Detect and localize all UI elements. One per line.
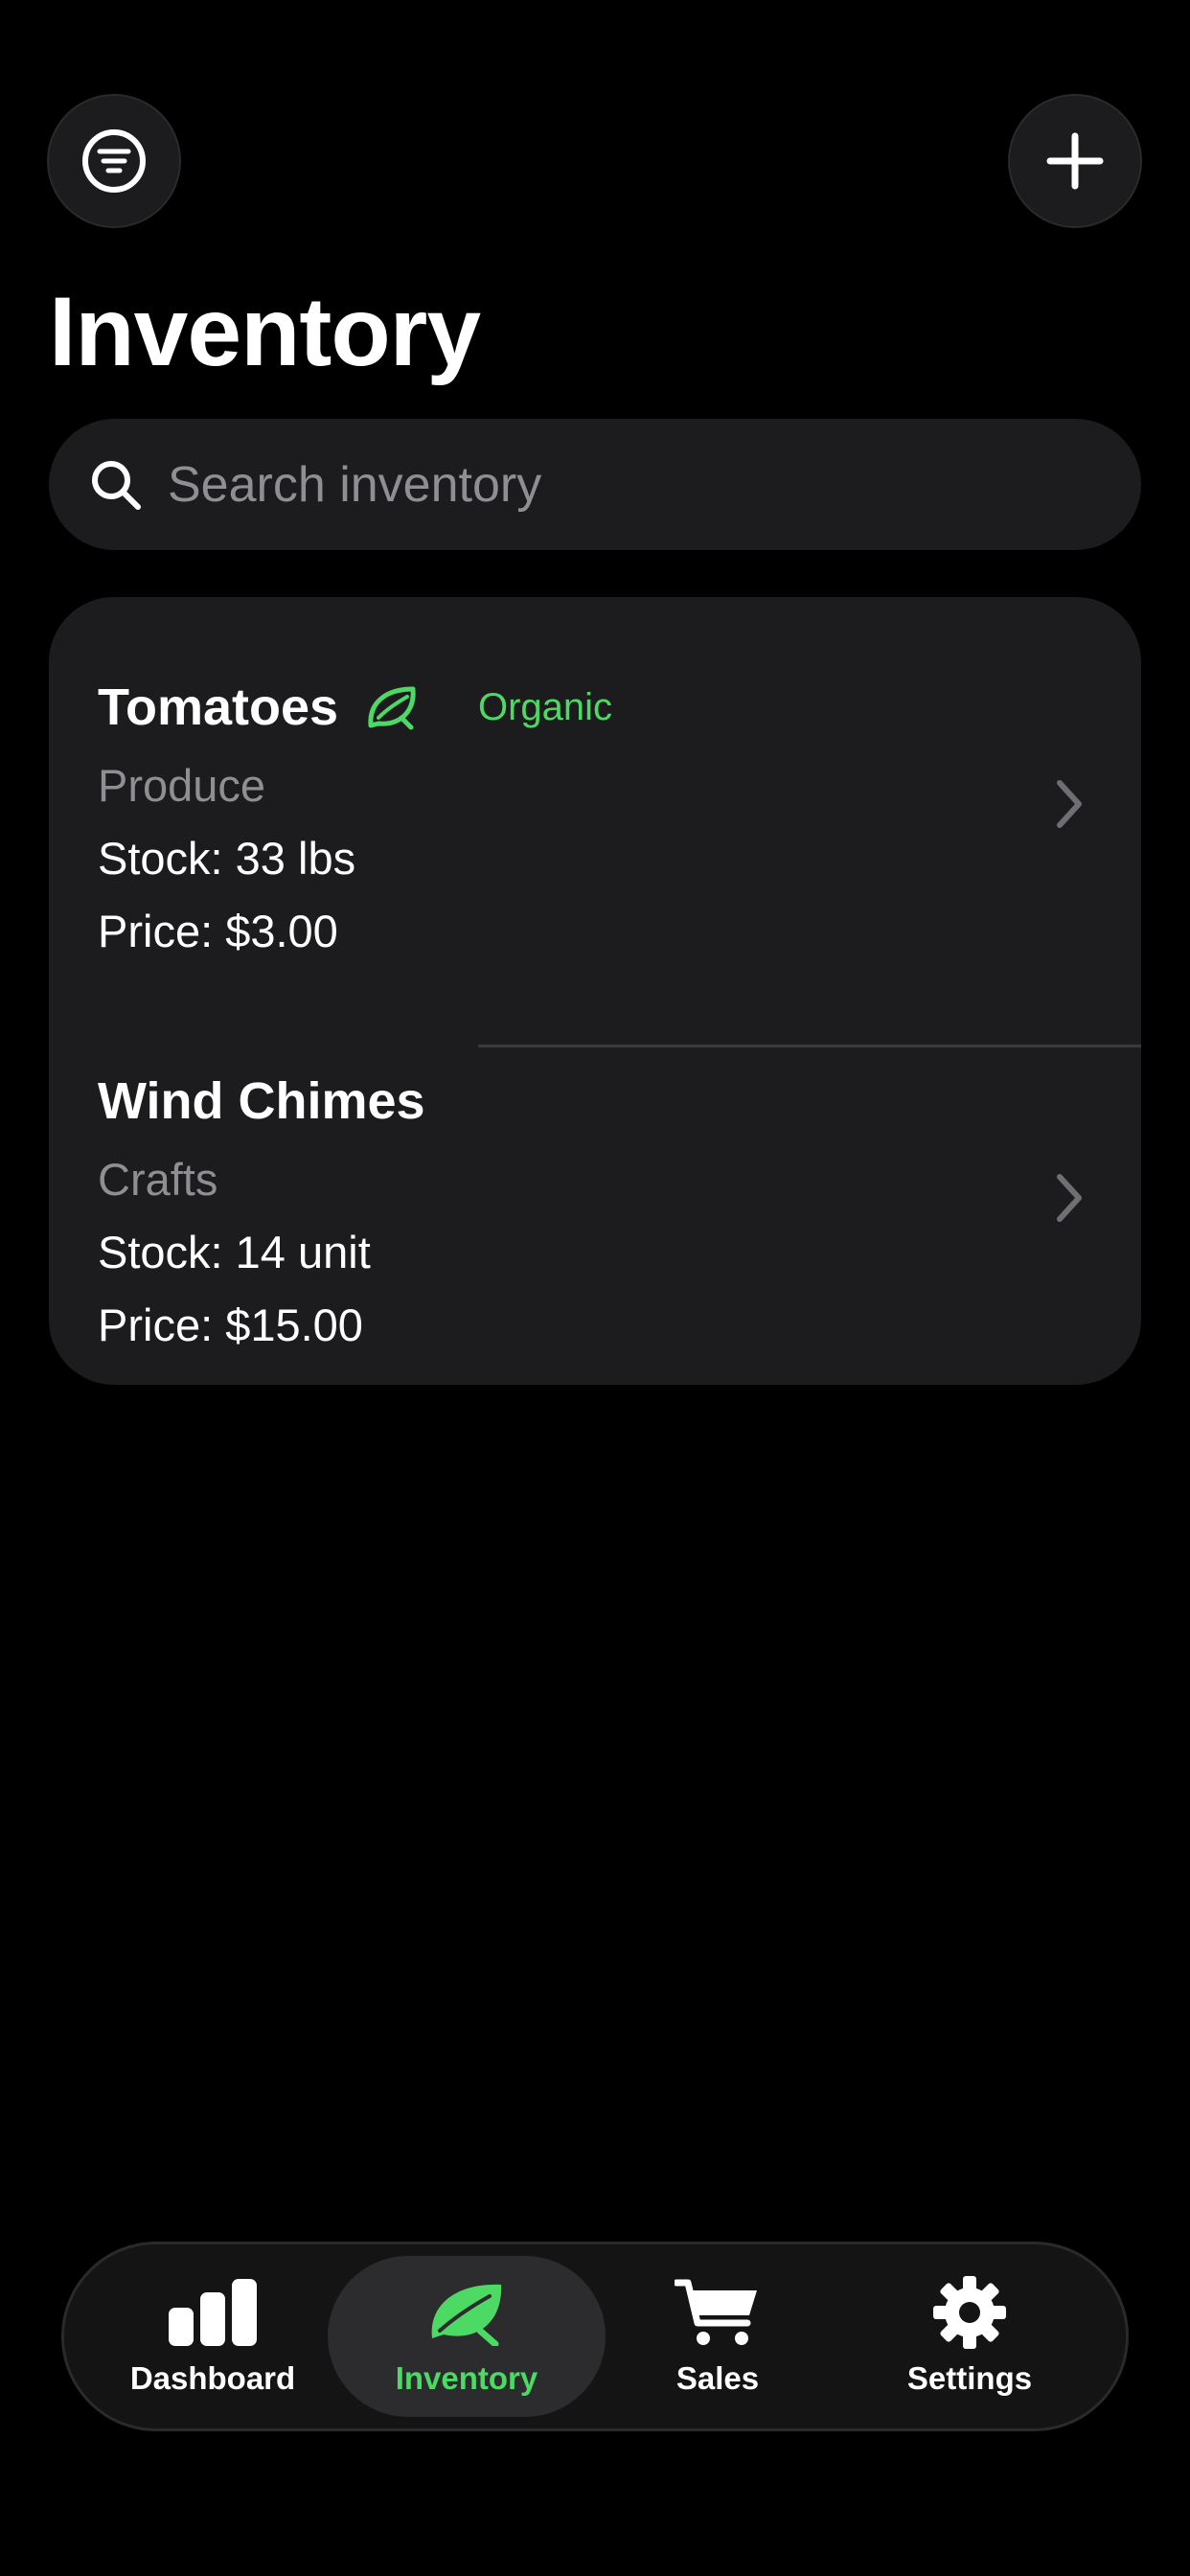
tab-label: Dashboard (129, 2360, 296, 2396)
item-stock: Stock: 33 lbs (98, 833, 356, 884)
tab-label: Settings (906, 2360, 1033, 2396)
cart-icon (670, 2276, 766, 2349)
tab-inventory[interactable]: Inventory (328, 2256, 606, 2417)
list-item[interactable]: Wind Chimes Crafts Stock: 14 unit Price:… (49, 1048, 1141, 1384)
leaf-icon (419, 2276, 515, 2349)
chevron-right-icon (1057, 1174, 1082, 1222)
list-item[interactable]: Tomatoes Organic Produce Stock: 33 lbs P… (49, 655, 1141, 1047)
row-divider (478, 1045, 1141, 1047)
gear-icon (922, 2276, 1018, 2349)
search-icon (87, 456, 145, 514)
item-name: Tomatoes (98, 678, 339, 736)
item-price: Price: $3.00 (98, 906, 338, 956)
tab-label: Sales (675, 2360, 760, 2396)
bar-chart-icon (165, 2276, 261, 2349)
item-category: Crafts (98, 1154, 218, 1205)
leaf-icon (365, 655, 419, 760)
plus-icon (1046, 132, 1104, 190)
tab-sales[interactable]: Sales (579, 2256, 857, 2417)
tab-bar: Dashboard Inventory Sales Settings (64, 2244, 1126, 2428)
filter-button[interactable] (49, 96, 179, 226)
add-item-button[interactable] (1010, 96, 1140, 226)
item-category: Produce (98, 760, 266, 811)
search-input[interactable] (166, 454, 1089, 515)
tab-dashboard[interactable]: Dashboard (74, 2256, 352, 2417)
tab-settings[interactable]: Settings (831, 2256, 1109, 2417)
search-bar[interactable] (49, 419, 1141, 550)
tab-label: Inventory (395, 2360, 538, 2396)
inventory-list: Tomatoes Organic Produce Stock: 33 lbs P… (49, 597, 1141, 1385)
item-name: Wind Chimes (98, 1072, 425, 1130)
item-price: Price: $15.00 (98, 1300, 363, 1350)
chevron-right-icon (1057, 780, 1082, 828)
organic-badge: Organic (478, 685, 613, 728)
item-stock: Stock: 14 unit (98, 1227, 371, 1277)
page-title: Inventory (49, 277, 481, 386)
filter-lines-icon (82, 129, 146, 193)
